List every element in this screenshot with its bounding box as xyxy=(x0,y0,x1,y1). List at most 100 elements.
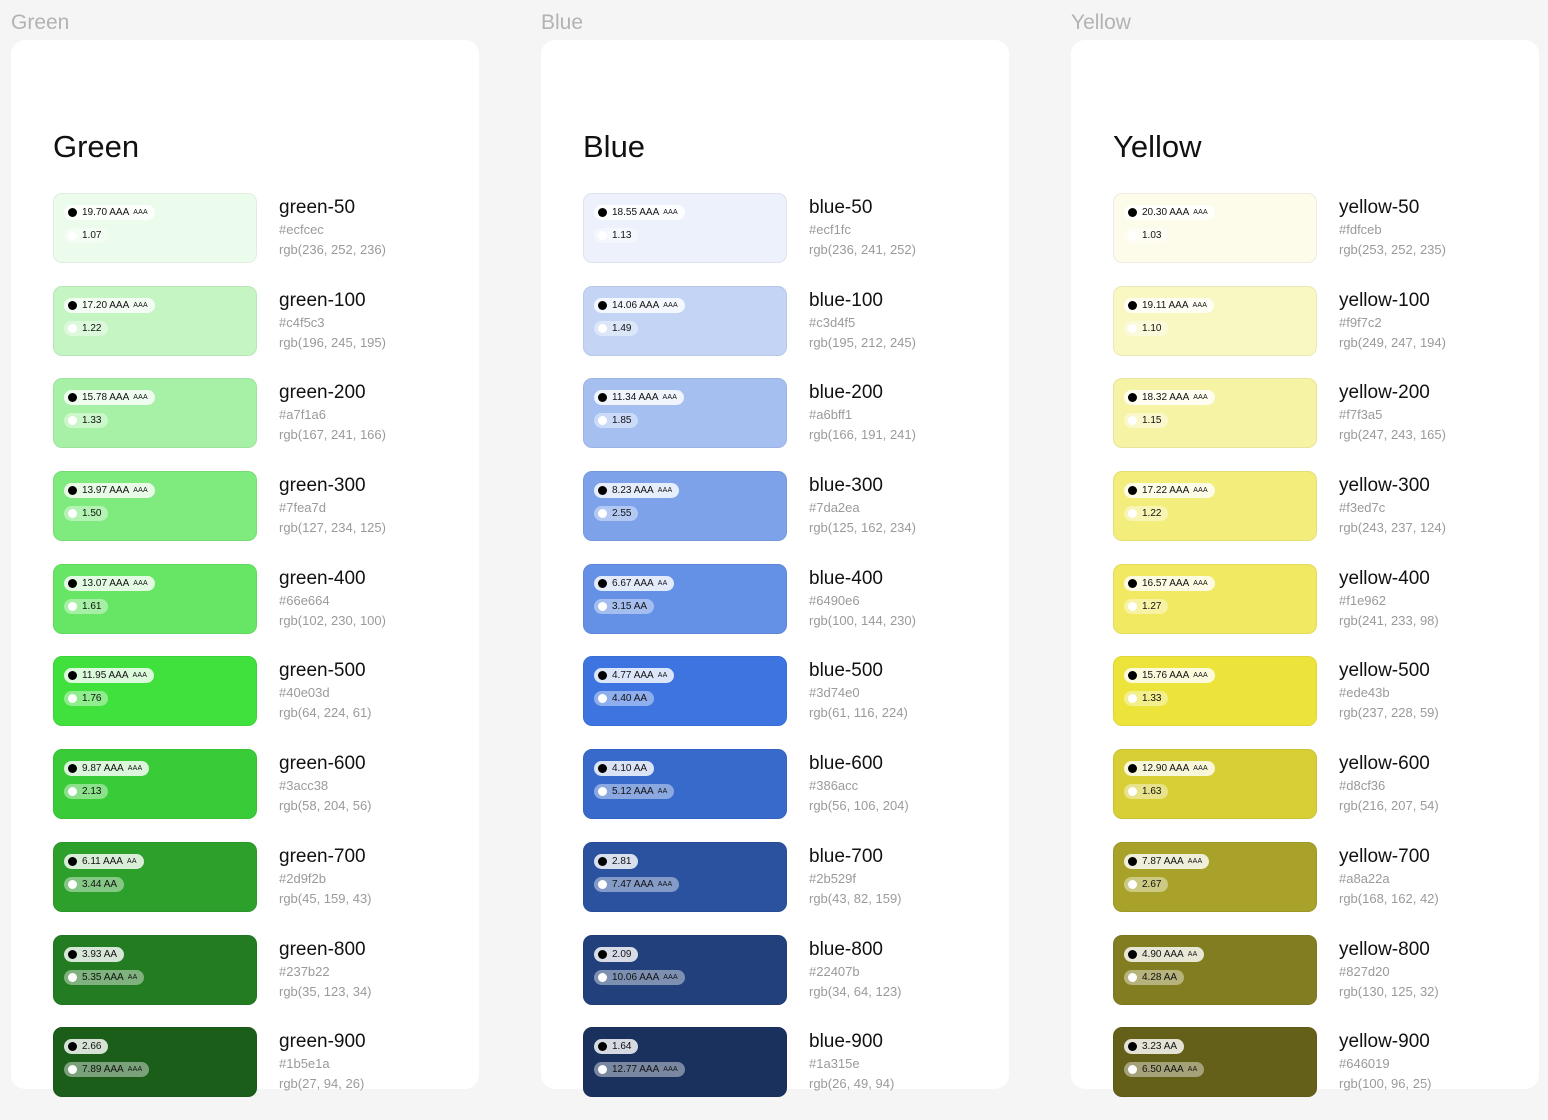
color-swatch[interactable]: 4.90 AAA AA 4.28 AA xyxy=(1113,934,1317,1005)
white-dot-icon xyxy=(68,972,77,982)
contrast-white-ratio: 1.15 xyxy=(1142,415,1162,427)
contrast-white-grade: AAA xyxy=(127,1066,143,1074)
black-dot-icon xyxy=(68,949,77,959)
color-swatch[interactable]: 3.93 AA 5.35 AAA AA xyxy=(53,934,257,1005)
frame-label[interactable]: Blue xyxy=(541,10,583,36)
contrast-white-pill: 10.06 AAA AAA xyxy=(594,969,685,985)
contrast-black-ratio: 14.06 AAA xyxy=(612,299,660,311)
swatch-row: 11.34 AAA AAA 1.85 blue-200 #a6bff1 rgb(… xyxy=(583,378,1003,471)
contrast-black-grade: AAA xyxy=(1193,209,1208,216)
black-dot-icon xyxy=(68,300,77,310)
color-swatch[interactable]: 18.32 AAA AAA 1.15 xyxy=(1113,378,1317,449)
swatch-hex: #a8a22a xyxy=(1339,870,1390,886)
contrast-white-ratio: 1.49 xyxy=(612,322,632,334)
contrast-white-pill: 2.13 xyxy=(64,784,109,800)
contrast-white-ratio: 1.61 xyxy=(82,600,102,612)
contrast-black-ratio: 2.09 xyxy=(612,948,632,960)
contrast-black-ratio: 11.34 AAA xyxy=(612,392,659,404)
palette-title: Blue xyxy=(583,129,646,164)
color-swatch[interactable]: 18.55 AAA AAA 1.13 xyxy=(583,193,787,263)
contrast-white-pill: 12.77 AAA AAA xyxy=(594,1062,685,1078)
color-swatch[interactable]: 2.81 7.47 AAA AAA xyxy=(583,841,787,912)
white-dot-icon xyxy=(1128,879,1137,889)
swatch-rgb: rgb(241, 233, 98) xyxy=(1339,612,1439,628)
color-swatch[interactable]: 14.06 AAA AAA 1.49 xyxy=(583,285,787,356)
palette-card: Yellow 20.30 AAA AAA 1.03 yellow-50 #fdf… xyxy=(1071,40,1539,1098)
contrast-black-grade: AAA xyxy=(133,579,148,587)
color-swatch[interactable]: 6.67 AAA AA 3.15 AA xyxy=(583,563,787,634)
contrast-black-ratio: 20.30 AAA xyxy=(1142,207,1190,218)
color-swatch[interactable]: 4.77 AAA AA 4.40 AA xyxy=(583,656,787,727)
color-swatch[interactable]: 9.87 AAA AAA 2.13 xyxy=(53,749,257,820)
color-swatch[interactable]: 4.10 AA 5.12 AAA AA xyxy=(583,749,787,820)
contrast-white-ratio: 4.28 AA xyxy=(1142,971,1178,983)
contrast-white-pill: 5.35 AAA AA xyxy=(64,969,145,985)
color-swatch[interactable]: 17.22 AAA AAA 1.22 xyxy=(1113,471,1317,542)
swatch-rgb: rgb(237, 228, 59) xyxy=(1339,705,1439,721)
swatch-rgb: rgb(56, 106, 204) xyxy=(809,798,909,814)
white-dot-icon xyxy=(1128,323,1137,333)
color-swatch[interactable]: 7.87 AAA AAA 2.67 xyxy=(1113,841,1317,912)
contrast-white-ratio: 2.67 xyxy=(1142,878,1162,890)
swatch-hex: #7da2ea xyxy=(809,500,860,516)
swatch-name: blue-50 xyxy=(809,197,873,218)
white-dot-icon xyxy=(1128,1065,1137,1075)
contrast-white-grade: AAA xyxy=(663,1066,678,1074)
black-dot-icon xyxy=(598,949,607,959)
contrast-white-pill: 2.67 xyxy=(1124,876,1169,892)
color-swatch[interactable]: 3.23 AA 6.50 AAA AA xyxy=(1113,1027,1317,1098)
color-swatch[interactable]: 17.20 AAA AAA 1.22 xyxy=(53,285,257,356)
contrast-white-pill: 4.40 AA xyxy=(594,691,655,707)
contrast-white-pill: 1.33 xyxy=(64,413,109,429)
color-swatch[interactable]: 19.70 AAA AAA 1.07 xyxy=(53,193,257,263)
contrast-white-pill: 1.13 xyxy=(594,228,639,243)
black-dot-icon xyxy=(68,1042,77,1052)
color-swatch[interactable]: 11.95 AAA AAA 1.76 xyxy=(53,656,257,727)
black-dot-icon xyxy=(598,578,607,588)
swatch-info: green-900 #1b5e1a rgb(27, 94, 26) xyxy=(279,1030,366,1094)
contrast-white-pill: 1.22 xyxy=(1124,506,1169,522)
color-swatch[interactable]: 13.07 AAA AAA 1.61 xyxy=(53,563,257,634)
contrast-white-grade: AA xyxy=(127,973,138,981)
black-dot-icon xyxy=(1128,208,1137,217)
white-dot-icon xyxy=(68,694,77,704)
color-swatch[interactable]: 2.66 7.89 AAA AAA xyxy=(53,1027,257,1098)
frame-label[interactable]: Yellow xyxy=(1071,10,1131,36)
color-swatch[interactable]: 11.34 AAA AAA 1.85 xyxy=(583,378,787,449)
swatch-rgb: rgb(43, 82, 159) xyxy=(809,890,902,906)
color-swatch[interactable]: 13.97 AAA AAA 1.50 xyxy=(53,471,257,542)
contrast-white-ratio: 1.27 xyxy=(1142,600,1162,612)
contrast-black-pill: 1.64 xyxy=(594,1039,639,1055)
white-dot-icon xyxy=(1128,694,1137,704)
black-dot-icon xyxy=(1128,764,1137,774)
swatch-name: yellow-50 xyxy=(1339,197,1420,218)
color-swatch[interactable]: 1.64 12.77 AAA AAA xyxy=(583,1027,787,1098)
swatch-rgb: rgb(127, 234, 125) xyxy=(279,520,386,536)
swatch-row: 17.20 AAA AAA 1.22 green-100 #c4f5c3 rgb… xyxy=(53,285,473,379)
black-dot-icon xyxy=(68,856,77,866)
swatch-list: 19.70 AAA AAA 1.07 green-50 #ecfcec rgb(… xyxy=(53,193,473,1120)
contrast-white-ratio: 2.55 xyxy=(612,508,632,520)
swatch-hex: #c4f5c3 xyxy=(279,314,325,330)
color-swatch[interactable]: 19.11 AAA AAA 1.10 xyxy=(1113,285,1317,356)
color-swatch[interactable]: 16.57 AAA AAA 1.27 xyxy=(1113,563,1317,634)
contrast-white-pill: 1.76 xyxy=(64,691,109,707)
frame-label[interactable]: Green xyxy=(11,10,69,36)
swatch-info: yellow-300 #f3ed7c rgb(243, 237, 124) xyxy=(1339,474,1446,538)
color-swatch[interactable]: 8.23 AAA AAA 2.55 xyxy=(583,471,787,542)
contrast-white-pill: 1.07 xyxy=(64,228,109,243)
contrast-black-pill: 13.07 AAA AAA xyxy=(64,575,155,591)
color-swatch[interactable]: 6.11 AAA AA 3.44 AA xyxy=(53,841,257,912)
color-swatch[interactable]: 15.76 AAA AAA 1.33 xyxy=(1113,656,1317,727)
swatch-hex: #fdfceb xyxy=(1339,222,1382,237)
contrast-black-grade: AA xyxy=(1187,950,1198,958)
color-swatch[interactable]: 12.90 AAA AAA 1.63 xyxy=(1113,749,1317,820)
white-dot-icon xyxy=(68,416,77,426)
swatch-info: blue-300 #7da2ea rgb(125, 162, 234) xyxy=(809,474,916,538)
swatch-info: yellow-200 #f7f3a5 rgb(247, 243, 165) xyxy=(1339,381,1446,445)
color-swatch[interactable]: 20.30 AAA AAA 1.03 xyxy=(1113,193,1317,263)
swatch-hex: #386acc xyxy=(809,778,859,794)
swatch-name: green-300 xyxy=(279,475,366,497)
color-swatch[interactable]: 2.09 10.06 AAA AAA xyxy=(583,934,787,1005)
color-swatch[interactable]: 15.78 AAA AAA 1.33 xyxy=(53,378,257,449)
